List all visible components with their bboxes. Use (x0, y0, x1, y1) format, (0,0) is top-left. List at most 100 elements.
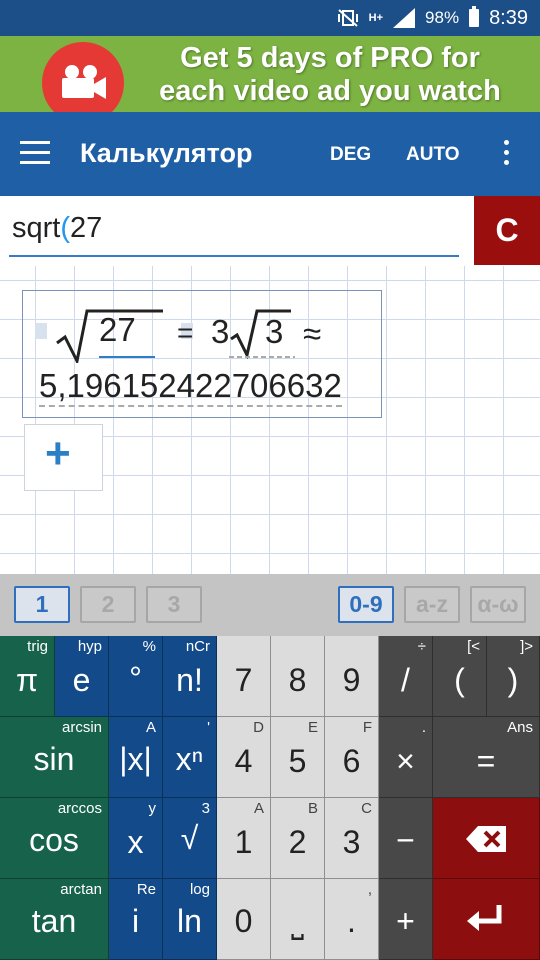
key-i[interactable]: Re i (109, 879, 163, 960)
key-sub: arctan (60, 881, 102, 898)
key-x[interactable]: yx (109, 798, 163, 879)
key-5[interactable]: E5 (271, 717, 325, 798)
status-icons: H+ 98% 8:39 (337, 0, 528, 36)
key-ln[interactable]: log ln (163, 879, 217, 960)
key-9[interactable]: 9 (325, 636, 379, 717)
key-minus[interactable]: − (379, 798, 433, 879)
key-plus[interactable]: + (379, 879, 433, 960)
tab-page-1[interactable]: 1 (14, 586, 70, 623)
more-options-icon[interactable] (500, 140, 512, 168)
keyboard-tab-bar: 1 2 3 0-9 a-z α-ω (0, 574, 540, 636)
battery-percent: 98% (425, 8, 460, 27)
key-label: ⎵ (291, 903, 304, 939)
radical-sign-small (229, 309, 295, 359)
vibrate-mute-icon (337, 9, 358, 27)
key-label: e (72, 662, 91, 698)
key-label: / (401, 662, 410, 698)
key-close-paren[interactable]: ]>) (487, 636, 540, 717)
key-label: 3 (342, 824, 361, 860)
decimal-result: 5,196152422706632 (39, 367, 342, 407)
key-tan[interactable]: arctan tan (0, 879, 109, 960)
key-sin[interactable]: arcsin sin (0, 717, 109, 798)
key-label: 4 (234, 743, 253, 779)
add-expression-button[interactable]: + (24, 424, 103, 491)
key-sub: Re (136, 881, 156, 898)
key-label: x (127, 824, 144, 860)
ad-text: Get 5 days of PRO for each video ad you … (140, 42, 520, 108)
clock: 8:39 (489, 6, 528, 29)
key-divide[interactable]: ÷ / (379, 636, 433, 717)
app-bar: Калькулятор DEG AUTO (0, 112, 540, 196)
key-space[interactable]: ⎵ (271, 879, 325, 960)
key-6[interactable]: F6 (325, 717, 379, 798)
ad-banner[interactable]: Get 5 days of PRO for each video ad you … (0, 36, 540, 124)
key-enter[interactable] (433, 879, 540, 960)
key-sub: [< (467, 638, 480, 655)
key-label: xⁿ (175, 741, 204, 777)
tab-digits[interactable]: 0-9 (338, 586, 394, 623)
key-label: . (347, 903, 356, 939)
tab-page-3[interactable]: 3 (146, 586, 202, 623)
key-sqrt[interactable]: 3 √ (163, 798, 217, 879)
key-label: × (396, 743, 415, 779)
key-label: 9 (342, 662, 361, 698)
expression-input[interactable]: sqrt(27 (12, 212, 102, 245)
key-decimal[interactable]: ,. (325, 879, 379, 960)
backspace-icon (466, 826, 506, 852)
key-label: |x| (119, 741, 152, 777)
key-7[interactable]: 7 (217, 636, 271, 717)
key-2[interactable]: B2 (271, 798, 325, 879)
key-sub: , (367, 881, 372, 898)
tab-greek[interactable]: α-ω (470, 586, 526, 623)
key-label: + (396, 903, 415, 939)
key-e[interactable]: hyp e (55, 636, 109, 717)
key-sub: y (148, 800, 157, 817)
clear-button[interactable]: C (474, 196, 540, 265)
work-area: 27 = 3 3 ≈ 5,196152422706632 + (0, 266, 540, 574)
key-sub: E (307, 719, 318, 736)
key-sub: ]> (520, 638, 533, 655)
menu-icon[interactable] (20, 141, 50, 165)
key-backspace[interactable] (433, 798, 540, 879)
plus-icon: + (45, 429, 71, 478)
key-1[interactable]: A1 (217, 798, 271, 879)
key-sub: 3 (201, 800, 210, 817)
key-label: π (15, 662, 39, 698)
auto-toggle[interactable]: AUTO (406, 144, 459, 166)
key-label: 5 (288, 743, 307, 779)
key-8[interactable]: 8 (271, 636, 325, 717)
key-label: ln (177, 903, 202, 939)
key-sub: ' (207, 719, 210, 736)
result-card[interactable]: 27 = 3 3 ≈ 5,196152422706632 (22, 290, 382, 418)
key-pi[interactable]: trig π (0, 636, 55, 717)
key-factorial[interactable]: nCr n! (163, 636, 217, 717)
key-sub: D (253, 719, 264, 736)
key-degree[interactable]: % ° (109, 636, 163, 717)
key-power[interactable]: ' xⁿ (163, 717, 217, 798)
input-arg: 27 (70, 212, 103, 244)
tab-latin[interactable]: a-z (404, 586, 460, 623)
key-3[interactable]: C3 (325, 798, 379, 879)
key-label: 1 (234, 824, 253, 860)
input-paren: ( (60, 212, 71, 244)
key-sub: hyp (77, 638, 102, 655)
key-cos[interactable]: arccos cos (0, 798, 109, 879)
key-label: sin (33, 741, 75, 777)
key-sub: ÷ (417, 638, 426, 655)
deg-toggle[interactable]: DEG (330, 144, 371, 166)
tab-page-2[interactable]: 2 (80, 586, 136, 623)
key-label: 6 (342, 743, 361, 779)
approx-sign: ≈ (303, 315, 322, 352)
key-sub: A (253, 800, 264, 817)
key-sub: log (189, 881, 210, 898)
key-label: √ (180, 820, 199, 856)
key-label: ° (129, 660, 142, 696)
key-equals[interactable]: Ans = (433, 717, 540, 798)
key-open-paren[interactable]: [<( (433, 636, 487, 717)
key-sub: nCr (185, 638, 210, 655)
key-0[interactable]: 0 (217, 879, 271, 960)
key-multiply[interactable]: . × (379, 717, 433, 798)
key-abs[interactable]: A |x| (109, 717, 163, 798)
key-label: ) (507, 662, 519, 698)
key-4[interactable]: D4 (217, 717, 271, 798)
